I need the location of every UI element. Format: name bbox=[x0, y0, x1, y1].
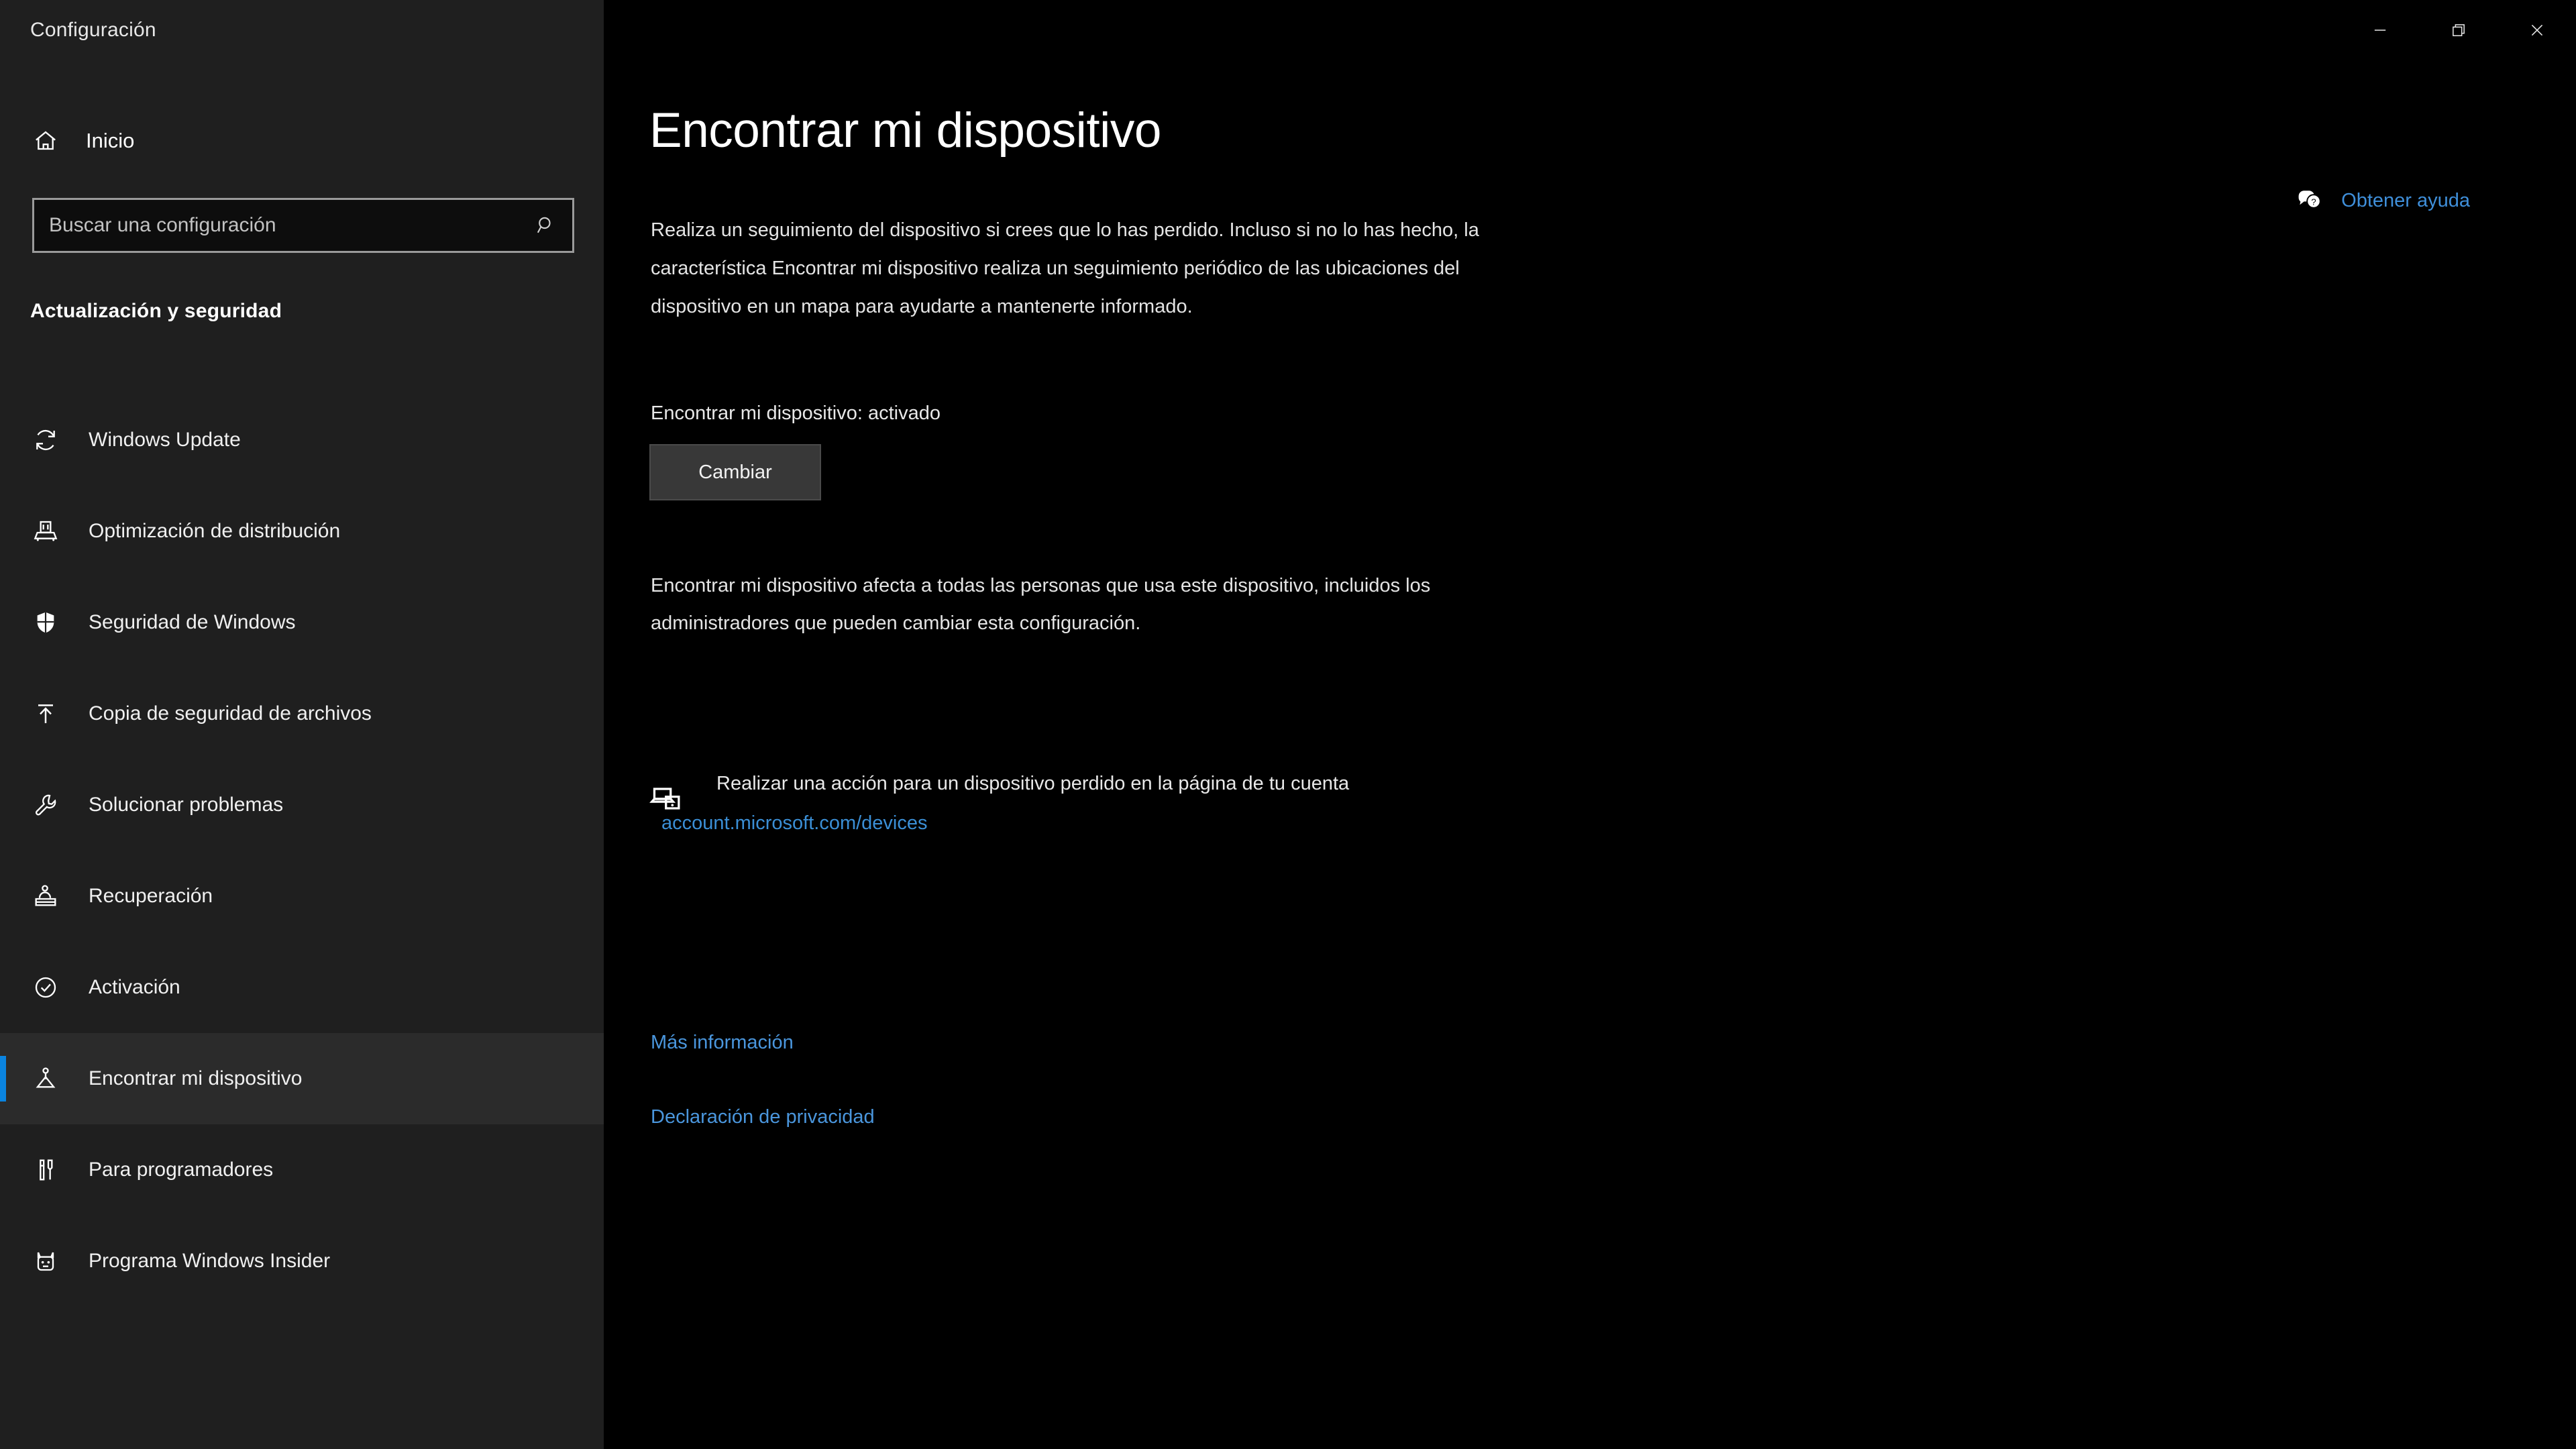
sidebar-item-label: Solucionar problemas bbox=[89, 794, 284, 816]
restore-icon[interactable] bbox=[2419, 0, 2498, 60]
app-title: Configuración bbox=[30, 19, 156, 41]
sidebar-item-activation[interactable]: Activación bbox=[0, 942, 604, 1033]
help-chat-icon: ? bbox=[2296, 186, 2324, 215]
home-icon bbox=[32, 127, 68, 154]
devices-link-block: Realizar una acción para un dispositivo … bbox=[649, 765, 1521, 835]
sidebar-item-find-my-device[interactable]: Encontrar mi dispositivo bbox=[0, 1033, 604, 1124]
insider-cat-icon bbox=[32, 1248, 70, 1275]
note-text: Encontrar mi dispositivo afecta a todas … bbox=[651, 575, 1431, 634]
search-input[interactable] bbox=[49, 214, 527, 237]
sidebar-item-troubleshoot[interactable]: Solucionar problemas bbox=[0, 759, 604, 851]
sidebar-item-label: Seguridad de Windows bbox=[89, 611, 296, 633]
sidebar-item-recovery[interactable]: Recuperación bbox=[0, 851, 604, 942]
sidebar: Configuración Inicio Act bbox=[0, 0, 604, 1449]
sidebar-section-title: Actualización y seguridad bbox=[30, 300, 282, 322]
get-help-link[interactable]: ? Obtener ayuda bbox=[2296, 186, 2470, 215]
get-help-label: Obtener ayuda bbox=[2341, 189, 2470, 211]
sidebar-item-home-label: Inicio bbox=[86, 129, 135, 152]
sidebar-item-label: Para programadores bbox=[89, 1159, 274, 1181]
devices-description: Realizar una acción para un dispositivo … bbox=[716, 773, 1350, 794]
recovery-icon bbox=[32, 883, 70, 910]
sidebar-nav-list: Windows Update Optimización de distribuc… bbox=[0, 394, 604, 1307]
sync-icon bbox=[32, 427, 70, 453]
shield-icon bbox=[32, 609, 70, 636]
wrench-icon bbox=[32, 792, 70, 818]
minimize-icon[interactable] bbox=[2341, 0, 2419, 60]
close-icon[interactable] bbox=[2498, 0, 2576, 60]
sidebar-item-for-developers[interactable]: Para programadores bbox=[0, 1124, 604, 1216]
change-button[interactable]: Cambiar bbox=[649, 444, 821, 500]
status-text: Encontrar mi dispositivo: activado bbox=[651, 402, 941, 424]
sidebar-item-windows-update[interactable]: Windows Update bbox=[0, 394, 604, 486]
sidebar-item-label: Encontrar mi dispositivo bbox=[89, 1067, 303, 1089]
check-circle-icon bbox=[32, 974, 70, 1001]
sidebar-item-windows-insider[interactable]: Programa Windows Insider bbox=[0, 1216, 604, 1307]
sidebar-item-label: Optimización de distribución bbox=[89, 520, 341, 542]
page-description: Realiza un seguimiento del dispositivo s… bbox=[651, 219, 1479, 317]
search-container bbox=[32, 198, 574, 253]
sidebar-item-file-backup[interactable]: Copia de seguridad de archivos bbox=[0, 668, 604, 759]
sidebar-item-home[interactable]: Inicio bbox=[0, 113, 604, 169]
settings-window: Configuración Inicio Act bbox=[0, 0, 2576, 1449]
more-info-link[interactable]: Más información bbox=[651, 1032, 875, 1054]
sidebar-item-label: Activación bbox=[89, 976, 180, 998]
search-box[interactable] bbox=[32, 198, 574, 253]
footer-links: Más información Declaración de privacida… bbox=[651, 1032, 875, 1181]
delivery-optimization-icon bbox=[32, 518, 70, 545]
sidebar-item-windows-security[interactable]: Seguridad de Windows bbox=[0, 577, 604, 668]
main-content: Encontrar mi dispositivo Realiza un segu… bbox=[604, 0, 2576, 1449]
svg-text:?: ? bbox=[2311, 197, 2316, 207]
sidebar-item-label: Copia de seguridad de archivos bbox=[89, 702, 372, 724]
account-devices-link[interactable]: account.microsoft.com/devices bbox=[661, 812, 927, 835]
privacy-statement-link[interactable]: Declaración de privacidad bbox=[651, 1106, 875, 1128]
sidebar-item-label: Programa Windows Insider bbox=[89, 1250, 331, 1272]
sidebar-item-label: Recuperación bbox=[89, 885, 213, 907]
find-device-icon bbox=[32, 1065, 70, 1092]
devices-text-wrap: Realizar una acción para un dispositivo … bbox=[661, 765, 1521, 835]
sidebar-item-label: Windows Update bbox=[89, 429, 241, 451]
backup-upload-icon bbox=[32, 700, 70, 727]
devices-icon bbox=[649, 765, 711, 817]
page-title: Encontrar mi dispositivo bbox=[649, 103, 1161, 158]
window-controls bbox=[2341, 0, 2576, 60]
sidebar-item-delivery-optimization[interactable]: Optimización de distribución bbox=[0, 486, 604, 577]
developer-tools-icon bbox=[32, 1157, 70, 1183]
search-icon[interactable] bbox=[527, 214, 557, 237]
